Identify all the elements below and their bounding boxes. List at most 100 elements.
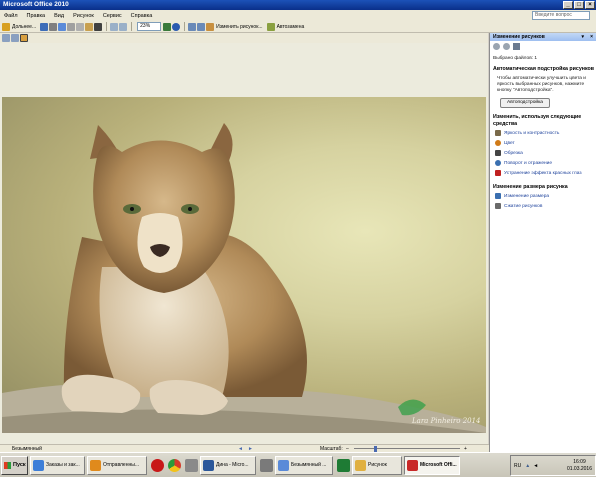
resize-section-title: Изменение размера рисунка <box>493 184 568 190</box>
cougar-photo[interactable]: Lara Pinheiro 2014 <box>2 97 486 433</box>
minimize-button[interactable]: _ <box>563 1 573 9</box>
volume-icon[interactable]: ◄ <box>533 463 538 469</box>
menu-help[interactable]: Справка <box>131 13 153 19</box>
edit-section-title: Изменить, используя следующие средства <box>493 114 582 127</box>
language-indicator[interactable]: RU <box>514 463 521 469</box>
picture-manager-icon <box>407 459 418 471</box>
close-button[interactable]: × <box>585 1 595 9</box>
watermark-text: Lara Pinheiro 2014 <box>411 417 481 425</box>
picture-canvas: Lara Pinheiro 2014 <box>0 43 488 444</box>
tool-resize[interactable]: Изменение размера <box>490 191 596 201</box>
single-view-icon[interactable] <box>20 34 28 42</box>
color-icon <box>495 140 501 146</box>
pane-close-icon[interactable]: × <box>590 33 593 41</box>
pane-title: Изменение рисунков <box>493 34 545 40</box>
task-office[interactable]: Microsoft Offi... <box>404 455 460 475</box>
start-button[interactable]: Пуск <box>1 455 28 475</box>
zoom-select[interactable]: 23% <box>137 22 162 31</box>
mail-icon[interactable] <box>58 22 67 31</box>
copy-icon[interactable] <box>76 22 85 31</box>
zoom-slider[interactable] <box>354 448 460 449</box>
brightness-icon <box>495 130 501 136</box>
more-button[interactable]: Дольнее... <box>12 24 36 30</box>
compress-icon <box>495 203 501 209</box>
tool-color[interactable]: Цвет <box>490 138 596 148</box>
autocorrect-icon[interactable] <box>266 22 275 31</box>
windows-logo-icon <box>4 461 11 469</box>
home-icon[interactable] <box>513 43 520 50</box>
system-tray: RU ▲ ◄ 16:09 01.03.2016 <box>510 455 596 476</box>
network-icon[interactable]: ▲ <box>525 463 530 469</box>
undo-icon[interactable] <box>110 22 119 31</box>
delete-icon[interactable] <box>94 22 103 31</box>
maximize-button[interactable]: □ <box>574 1 584 9</box>
rotate-right-icon[interactable] <box>197 22 206 31</box>
crop-icon <box>495 150 501 156</box>
back-icon[interactable] <box>493 43 500 50</box>
help-icon[interactable] <box>172 22 181 31</box>
tool-rotate[interactable]: Поворот и отражение <box>490 158 596 168</box>
zoom-in-icon[interactable] <box>163 22 172 31</box>
cut-icon[interactable] <box>67 22 76 31</box>
status-bar: Безымянный ◄ ► Масштаб: – + <box>0 444 489 452</box>
tool-redeye[interactable]: Устранение эффекта красных глаз <box>490 168 596 178</box>
paste-icon[interactable] <box>85 22 94 31</box>
calculator-icon[interactable] <box>260 458 273 472</box>
print-icon[interactable] <box>49 22 58 31</box>
thumbnail-view-icon[interactable] <box>2 34 10 42</box>
chrome-icon[interactable] <box>168 458 181 472</box>
folder-task-icon <box>355 459 366 471</box>
auto-description: Чтобы автоматически улучшить цвета и ярк… <box>497 76 586 93</box>
resize-icon <box>495 193 501 199</box>
standard-toolbar: Дольнее... 23% Изменить рисунок... Автоз… <box>0 21 596 33</box>
tool-crop[interactable]: Обрезка <box>490 148 596 158</box>
word-icon <box>203 459 214 471</box>
edit-pictures-button[interactable]: Изменить рисунок... <box>216 24 262 30</box>
clock[interactable]: 16:09 01.03.2016 <box>567 459 592 473</box>
task-word[interactable]: Дина - Micro... <box>200 455 256 475</box>
autofix-button[interactable]: Автоподстройка <box>500 98 550 108</box>
question-input[interactable]: Введите вопрос <box>532 11 590 20</box>
pane-nav <box>490 41 596 52</box>
pane-dropdown-icon[interactable]: ▾ <box>581 33 584 41</box>
taskbar: Пуск Заказы и зак... Отправленны... Дина… <box>0 452 596 477</box>
folder-icon[interactable] <box>2 22 10 31</box>
task-untitled[interactable]: Безымянный ... <box>275 455 333 475</box>
edit-picture-icon[interactable] <box>206 22 215 31</box>
view-toolbar <box>0 33 488 43</box>
tool-brightness[interactable]: Яркость и контрастность <box>490 128 596 138</box>
pane-header: Изменение рисунков ▾ × <box>490 33 596 41</box>
tool-compress[interactable]: Сжатие рисунков <box>490 201 596 211</box>
redeye-icon <box>495 170 501 176</box>
filmstrip-view-icon[interactable] <box>11 34 19 42</box>
task-sent[interactable]: Отправленны... <box>87 455 147 475</box>
cougar-illustration: Lara Pinheiro 2014 <box>2 123 486 433</box>
selected-count: Выбрано файлов: 1 <box>493 56 538 61</box>
title-bar: Microsoft Office 2010 _ □ × <box>0 0 596 10</box>
auto-section-title: Автоматическая подстройка рисунков <box>493 66 595 72</box>
separator <box>106 22 108 31</box>
window-icon <box>278 459 289 471</box>
separator <box>131 22 133 31</box>
menu-file[interactable]: Файл <box>4 13 18 19</box>
task-orders[interactable]: Заказы и зак... <box>30 455 85 475</box>
clock-date: 01.03.2016 <box>566 465 592 472</box>
excel-icon[interactable] <box>337 458 350 472</box>
task-picture[interactable]: Рисунок <box>352 455 402 475</box>
menu-view[interactable]: Вид <box>54 13 64 19</box>
task-pane: Изменение рисунков ▾ × Выбрано файлов: 1… <box>489 33 596 452</box>
menu-tools[interactable]: Сервис <box>103 13 122 19</box>
window-title: Microsoft Office 2010 <box>3 1 69 8</box>
tool-app-icon[interactable] <box>185 458 198 472</box>
save-icon[interactable] <box>40 22 49 31</box>
menu-bar: Файл Правка Вид Рисунок Сервис Справка В… <box>0 10 596 21</box>
rotate-left-icon[interactable] <box>188 22 197 31</box>
browser-icon <box>33 459 44 471</box>
redo-icon[interactable] <box>119 22 128 31</box>
forward-icon[interactable] <box>503 43 510 50</box>
menu-edit[interactable]: Правка <box>27 13 46 19</box>
separator <box>184 22 186 31</box>
autocorrect-button[interactable]: Автозамена <box>277 24 305 30</box>
opera-icon[interactable] <box>151 458 164 472</box>
menu-picture[interactable]: Рисунок <box>73 13 94 19</box>
